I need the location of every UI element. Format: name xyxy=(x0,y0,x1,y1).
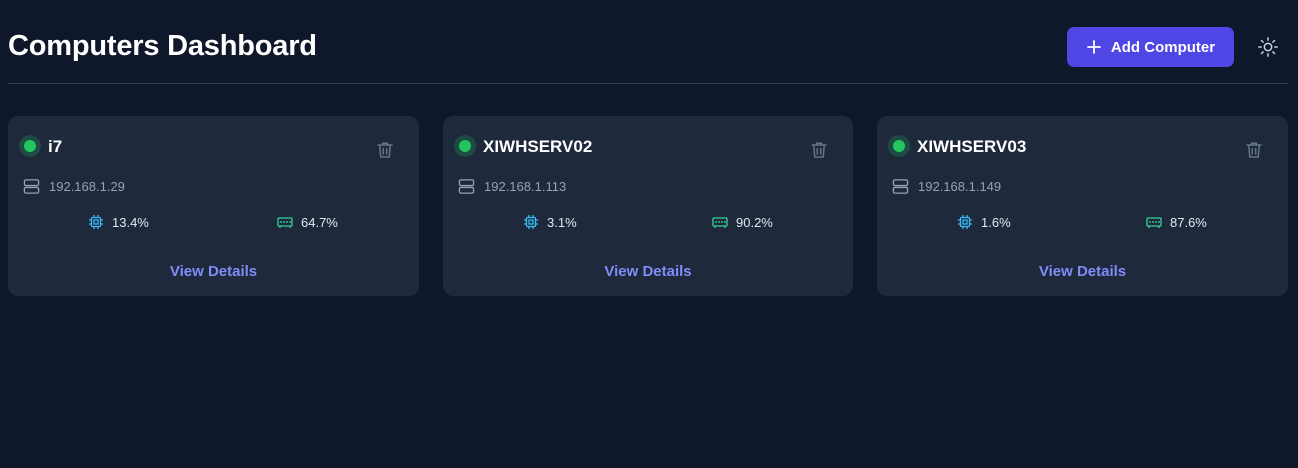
ip-row: 192.168.1.149 xyxy=(892,177,1001,195)
trash-icon xyxy=(377,142,393,158)
view-details-link[interactable]: View Details xyxy=(877,263,1288,280)
cpu-usage: 13.4% xyxy=(88,213,149,231)
server-icon xyxy=(892,178,909,194)
dashboard-page: Computers Dashboard Add Computer i7 192.… xyxy=(0,0,1298,468)
computer-name: i7 xyxy=(48,137,63,156)
ip-row: 192.168.1.113 xyxy=(458,177,566,195)
trash-icon xyxy=(811,142,827,158)
computer-card-grid: i7 192.168.1.29 13.4% 64.7% View Details… xyxy=(8,116,1288,296)
memory-usage: 64.7% xyxy=(277,213,338,231)
memory-icon xyxy=(277,217,293,228)
status-indicator xyxy=(454,135,476,157)
cpu-usage: 1.6% xyxy=(957,213,1011,231)
page-header: Computers Dashboard Add Computer xyxy=(8,0,1288,84)
cpu-icon xyxy=(524,215,538,229)
delete-button[interactable] xyxy=(809,140,829,160)
trash-icon xyxy=(1246,142,1262,158)
status-online-dot xyxy=(24,140,36,152)
memory-usage: 87.6% xyxy=(1146,213,1207,231)
add-computer-button[interactable]: Add Computer xyxy=(1067,27,1234,67)
computer-name: XIWHSERV02 xyxy=(483,137,593,156)
page-title: Computers Dashboard xyxy=(8,30,317,62)
status-online-dot xyxy=(459,140,471,152)
add-computer-label: Add Computer xyxy=(1110,38,1216,56)
cpu-usage: 3.1% xyxy=(523,213,577,231)
computer-card: i7 192.168.1.29 13.4% 64.7% View Details xyxy=(8,116,419,296)
server-icon xyxy=(458,178,475,194)
status-online-dot xyxy=(893,140,905,152)
theme-toggle-button[interactable] xyxy=(1256,35,1280,59)
memory-value: 90.2% xyxy=(736,214,773,230)
ip-row: 192.168.1.29 xyxy=(23,177,125,195)
computer-card: XIWHSERV03 192.168.1.149 1.6% 87.6% View… xyxy=(877,116,1288,296)
memory-icon xyxy=(712,217,728,228)
view-details-link[interactable]: View Details xyxy=(443,263,853,280)
status-indicator xyxy=(19,135,41,157)
view-details-link[interactable]: View Details xyxy=(8,263,419,280)
sun-icon xyxy=(1258,37,1278,57)
delete-button[interactable] xyxy=(1244,140,1264,160)
plus-icon xyxy=(1087,40,1101,54)
ip-address: 192.168.1.149 xyxy=(918,178,1002,194)
memory-value: 64.7% xyxy=(301,214,338,230)
cpu-icon xyxy=(89,215,103,229)
memory-usage: 90.2% xyxy=(712,213,773,231)
memory-value: 87.6% xyxy=(1170,214,1207,230)
ip-address: 192.168.1.113 xyxy=(484,178,567,194)
delete-button[interactable] xyxy=(375,140,395,160)
cpu-value: 3.1% xyxy=(547,214,577,230)
ip-address: 192.168.1.29 xyxy=(49,178,125,194)
status-indicator xyxy=(888,135,910,157)
cpu-value: 1.6% xyxy=(981,214,1011,230)
computer-card: XIWHSERV02 192.168.1.113 3.1% 90.2% View… xyxy=(443,116,853,296)
server-icon xyxy=(23,178,40,194)
cpu-value: 13.4% xyxy=(112,214,149,230)
computer-name: XIWHSERV03 xyxy=(917,137,1027,156)
cpu-icon xyxy=(958,215,972,229)
memory-icon xyxy=(1146,217,1162,228)
